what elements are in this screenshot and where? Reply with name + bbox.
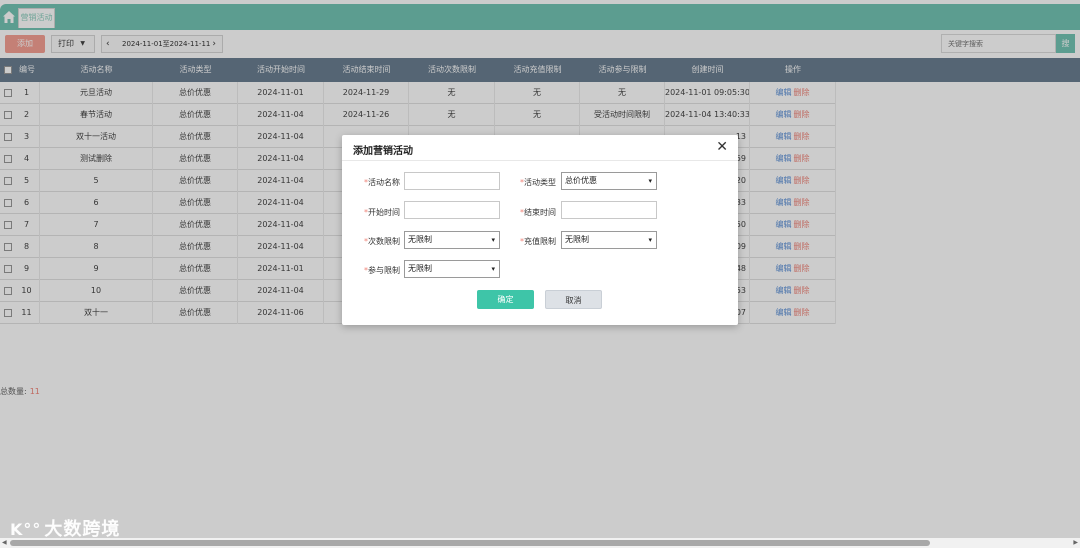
type-select[interactable]: 总价优惠 ▾: [561, 172, 657, 190]
cancel-button[interactable]: 取消: [545, 290, 602, 309]
join-limit-select[interactable]: 无限制 ▾: [404, 260, 500, 278]
chevron-down-icon: ▾: [491, 265, 495, 273]
type-label: *活动类型: [520, 178, 556, 187]
close-icon[interactable]: ✕: [716, 139, 728, 155]
count-limit-select[interactable]: 无限制 ▾: [404, 231, 500, 249]
start-time-input[interactable]: [404, 201, 500, 219]
chevron-down-icon: ▾: [648, 177, 652, 185]
start-time-label: *开始时间: [364, 208, 400, 217]
name-input[interactable]: [404, 172, 500, 190]
recharge-limit-label: *充值限制: [520, 237, 556, 246]
recharge-limit-value: 无限制: [565, 235, 589, 244]
dialog-header: 添加营销活动 ✕: [342, 135, 738, 161]
type-select-value: 总价优惠: [565, 176, 597, 185]
join-limit-label: *参与限制: [364, 266, 400, 275]
end-time-input[interactable]: [561, 201, 657, 219]
add-activity-dialog: 添加营销活动 ✕ *活动名称 *活动类型 总价优惠 ▾ *开始时间 *结束时间 …: [342, 135, 738, 325]
scrollbar-thumb[interactable]: [10, 540, 930, 546]
watermark-logo: K°°: [10, 520, 42, 539]
chevron-down-icon: ▾: [648, 236, 652, 244]
confirm-button[interactable]: 确定: [477, 290, 534, 309]
scroll-right-icon[interactable]: ▶: [1073, 538, 1078, 548]
end-time-label: *结束时间: [520, 208, 556, 217]
scroll-left-icon[interactable]: ◀: [2, 538, 7, 548]
chevron-down-icon: ▾: [491, 236, 495, 244]
recharge-limit-select[interactable]: 无限制 ▾: [561, 231, 657, 249]
name-label: *活动名称: [364, 178, 400, 187]
count-limit-value: 无限制: [408, 235, 432, 244]
dialog-title: 添加营销活动: [353, 146, 413, 157]
watermark-text: 大数跨境: [44, 519, 121, 540]
horizontal-scrollbar[interactable]: ◀ ▶: [0, 538, 1080, 548]
count-limit-label: *次数限制: [364, 237, 400, 246]
join-limit-value: 无限制: [408, 264, 432, 273]
